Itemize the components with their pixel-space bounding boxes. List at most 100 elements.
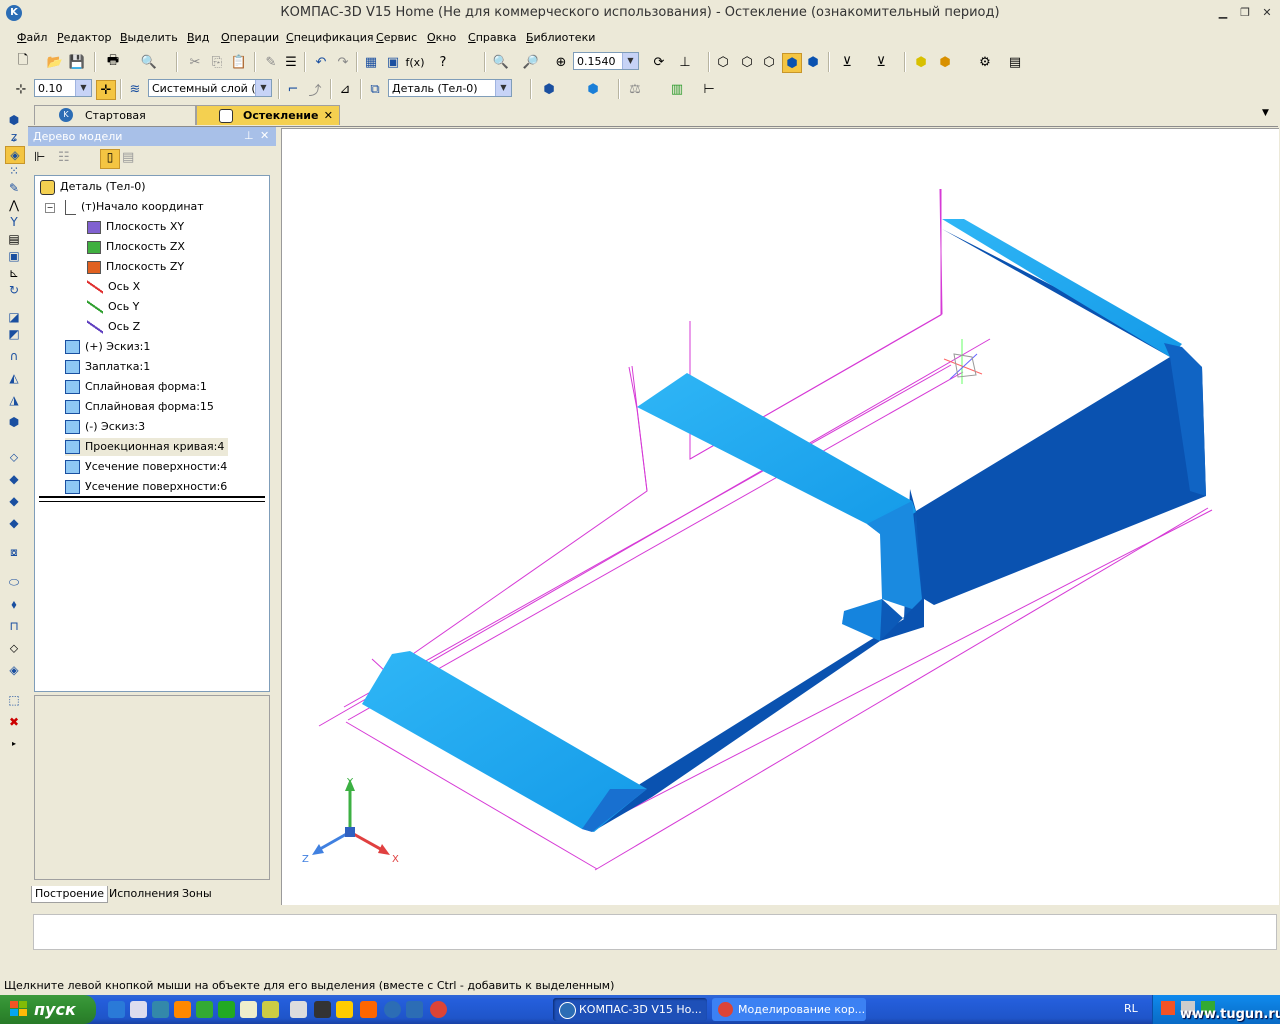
dimensions-icon[interactable]: ⋀ bbox=[5, 197, 23, 213]
cut-icon[interactable]: ✂ bbox=[186, 53, 204, 71]
menu-help[interactable]: Справка bbox=[468, 31, 516, 44]
print-preview-icon[interactable]: 🔍 bbox=[140, 53, 158, 71]
filter-objects-icon[interactable]: Y bbox=[5, 214, 23, 230]
zoom-window-icon[interactable]: 🔍 bbox=[492, 53, 510, 71]
menu-specification[interactable]: Спецификация bbox=[286, 31, 373, 44]
firefox-icon[interactable] bbox=[174, 1001, 191, 1018]
manager-icon[interactable]: ▦ bbox=[362, 53, 380, 71]
tab-construction[interactable]: Построение bbox=[31, 886, 109, 903]
editing-icon[interactable]: ⬢ bbox=[5, 112, 23, 128]
close-button[interactable]: ✕ bbox=[1259, 6, 1275, 20]
points-surface-icon[interactable]: ◆ bbox=[5, 493, 23, 509]
tree-item[interactable]: (+) Эскиз:1 bbox=[65, 338, 150, 356]
kompas-quick-icon[interactable] bbox=[384, 1001, 401, 1018]
tree-view-mode-icon[interactable]: ▯ bbox=[100, 149, 120, 169]
view-shaded-edges-icon[interactable]: ⬢ bbox=[804, 53, 822, 71]
menu-select[interactable]: Выделить bbox=[120, 31, 178, 44]
model-3d-view[interactable]: Y X Z bbox=[282, 129, 1279, 905]
ie-icon[interactable] bbox=[108, 1001, 125, 1018]
menu-operations[interactable]: Операции bbox=[221, 31, 279, 44]
app-6-icon[interactable] bbox=[314, 1001, 331, 1018]
tree-item[interactable]: Ось X bbox=[87, 278, 140, 296]
kompas-viewer-icon[interactable] bbox=[406, 1001, 423, 1018]
extend-surface-icon[interactable]: ⬧ bbox=[5, 596, 23, 612]
start-button[interactable]: пуск bbox=[0, 995, 96, 1024]
print-icon[interactable]: 🖶 bbox=[104, 53, 122, 71]
extrude-surface-icon[interactable]: ◪ bbox=[5, 309, 23, 325]
menu-view[interactable]: Вид bbox=[187, 31, 209, 44]
spatial-curves-icon[interactable]: ʑ bbox=[5, 129, 23, 145]
minimize-button[interactable]: ▁ bbox=[1215, 6, 1231, 20]
zoom-scale-icon[interactable]: ⊕ bbox=[552, 53, 570, 71]
collapse-icon[interactable]: − bbox=[45, 203, 55, 213]
snap-icon[interactable]: ✛ bbox=[96, 80, 116, 100]
menu-service[interactable]: Сервис bbox=[376, 31, 417, 44]
sheet-body-icon[interactable]: ▣ bbox=[5, 248, 23, 264]
tree-root[interactable]: Деталь (Тел-0) bbox=[40, 178, 146, 196]
variables-icon[interactable]: ▣ bbox=[384, 53, 402, 71]
tab-start-page[interactable]: K Стартовая страница bbox=[34, 105, 196, 142]
expand-toolbar-icon[interactable]: ▸ bbox=[5, 736, 23, 752]
document-manager-icon[interactable]: ☰ bbox=[282, 53, 300, 71]
tree-item[interactable]: (-) Эскиз:3 bbox=[65, 418, 145, 436]
restore-surface-icon[interactable]: ⬦ bbox=[5, 640, 23, 656]
menu-edit[interactable]: Редактор bbox=[57, 31, 112, 44]
detail-icon[interactable]: ⬢ bbox=[912, 53, 930, 71]
view-wireframe-icon[interactable]: ⬡ bbox=[714, 53, 732, 71]
tree-item[interactable]: Проекционная кривая:4 bbox=[65, 438, 229, 456]
assembly-icon[interactable]: ⬢ bbox=[936, 53, 954, 71]
report-icon[interactable]: ▤ bbox=[1006, 53, 1024, 71]
tree-end-marker[interactable] bbox=[39, 496, 265, 502]
save-icon[interactable]: 💾 bbox=[68, 53, 86, 71]
color-icon[interactable]: ⬢ bbox=[540, 80, 558, 98]
close-tab-icon[interactable]: ✕ bbox=[324, 106, 333, 126]
chevron-down-icon[interactable]: ▼ bbox=[75, 80, 91, 96]
orientation-icon[interactable]: ⊥ bbox=[676, 53, 694, 71]
tree-properties-icon[interactable]: ▤ bbox=[122, 150, 134, 165]
help-pointer-icon[interactable]: ? bbox=[434, 53, 452, 71]
tree-item[interactable]: Ось Z bbox=[87, 318, 140, 336]
menu-file[interactable]: Файл bbox=[17, 31, 47, 44]
view-thin-lines-icon[interactable]: ⬡ bbox=[760, 53, 778, 71]
sweep-surface-icon[interactable]: ∩ bbox=[5, 348, 23, 364]
rotate-part-icon[interactable]: ↻ bbox=[5, 282, 23, 298]
app-7-icon[interactable] bbox=[336, 1001, 353, 1018]
app-8-icon[interactable] bbox=[360, 1001, 377, 1018]
parameters-panel[interactable] bbox=[33, 914, 1277, 950]
menu-libraries[interactable]: Библиотеки bbox=[526, 31, 595, 44]
tree-structure-icon[interactable]: ⊩ bbox=[34, 150, 45, 165]
chevron-down-icon[interactable]: ▼ bbox=[255, 80, 271, 96]
chrome-icon[interactable] bbox=[430, 1001, 447, 1018]
patch-tool-icon[interactable]: ⬦ bbox=[5, 449, 23, 465]
pipes-icon[interactable]: ⊾ bbox=[5, 265, 23, 281]
trim-surface-tool-icon[interactable]: ⬭ bbox=[5, 574, 23, 590]
tree-item[interactable]: Усечение поверхности:6 bbox=[65, 478, 227, 496]
view-hidden-lines-icon[interactable]: ⬡ bbox=[738, 53, 756, 71]
tab-executions[interactable]: Исполнения bbox=[106, 886, 182, 902]
layers-icon[interactable]: ≋ bbox=[126, 80, 144, 98]
tree-item[interactable]: Усечение поверхности:4 bbox=[65, 458, 227, 476]
mesh-surface-icon[interactable]: ◆ bbox=[5, 471, 23, 487]
language-indicator[interactable]: RL bbox=[1124, 1002, 1138, 1015]
object-icon[interactable]: ⧉ bbox=[366, 80, 384, 98]
app-5-icon[interactable] bbox=[290, 1001, 307, 1018]
copy-icon[interactable]: ⎘ bbox=[208, 53, 226, 71]
tree-item[interactable]: Ось Y bbox=[87, 298, 139, 316]
tab-glazing[interactable]: Остекление ✕ bbox=[196, 105, 340, 125]
step-combo[interactable]: 0.10 ▼ bbox=[34, 79, 92, 97]
sketch-mode-icon[interactable]: ⌐ bbox=[284, 80, 302, 98]
tree-item[interactable]: Сплайновая форма:1 bbox=[65, 378, 207, 396]
chevron-down-icon[interactable]: ▼ bbox=[622, 53, 638, 69]
app-4-icon[interactable] bbox=[262, 1001, 279, 1018]
tab-zones[interactable]: Зоны bbox=[179, 886, 215, 902]
tabs-menu-chevron-icon[interactable]: ▼ bbox=[1262, 108, 1269, 118]
media-player-icon[interactable] bbox=[130, 1001, 147, 1018]
view-shaded-icon[interactable]: ⬢ bbox=[782, 53, 802, 73]
redo-icon[interactable]: ↷ bbox=[334, 53, 352, 71]
split-icon[interactable]: ⬚ bbox=[5, 692, 23, 708]
revolve-surface-icon[interactable]: ◩ bbox=[5, 326, 23, 342]
auxiliary-geometry-icon[interactable]: ✎ bbox=[5, 180, 23, 196]
tree-item[interactable]: (т)Начало координат bbox=[65, 198, 204, 216]
tray-icon[interactable] bbox=[1161, 1001, 1175, 1015]
app-2-icon[interactable] bbox=[196, 1001, 213, 1018]
